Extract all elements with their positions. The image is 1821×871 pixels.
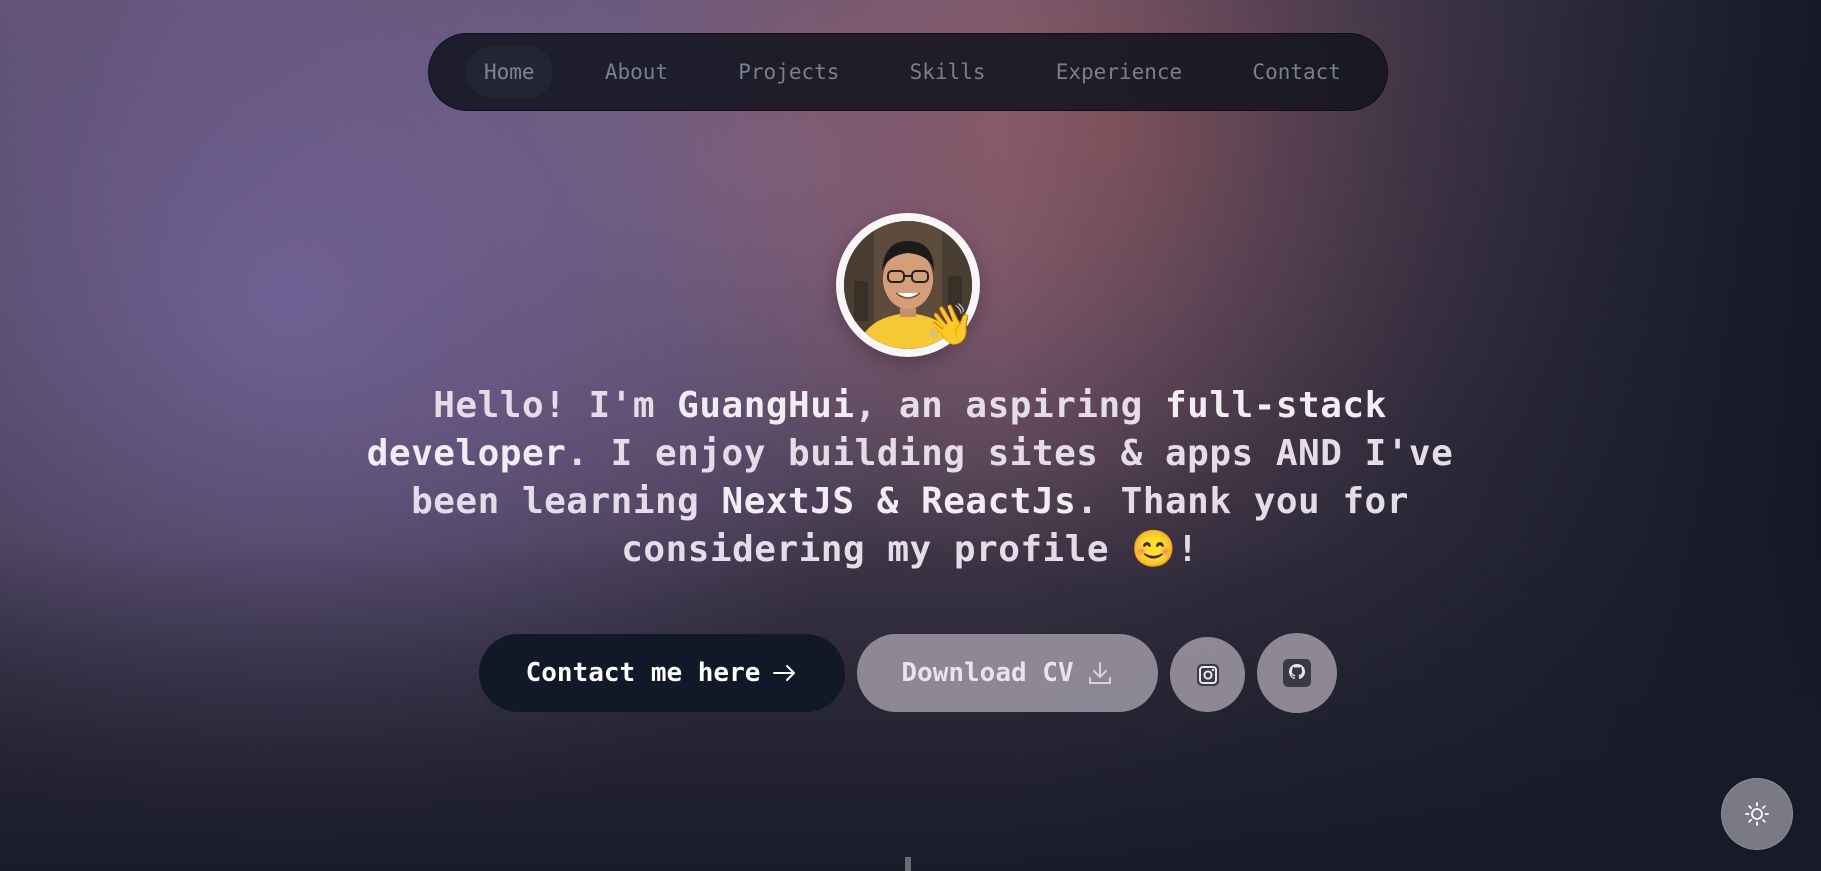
hero-headline: Hello! I'm GuangHui, an aspiring full-st… — [360, 382, 1460, 574]
contact-me-label: Contact me here — [525, 658, 761, 688]
sun-icon — [1745, 802, 1769, 826]
nav-item-projects[interactable]: Projects — [720, 46, 857, 98]
section-divider-tick — [905, 857, 911, 871]
nav-item-contact[interactable]: Contact — [1234, 46, 1359, 98]
nav-item-experience[interactable]: Experience — [1038, 46, 1200, 98]
name-highlight: GuangHui — [677, 385, 855, 426]
intro-text-1: Hello! I'm — [433, 385, 678, 426]
instagram-link-button[interactable] — [1170, 637, 1245, 712]
nav-item-home[interactable]: Home — [466, 46, 553, 98]
theme-toggle-button[interactable] — [1721, 778, 1793, 850]
smiling-face-icon: 😊 — [1131, 529, 1177, 570]
intro-text-2: , an aspiring — [854, 385, 1165, 426]
waving-hand-icon: 👋 — [925, 302, 975, 348]
main-nav: Home About Projects Skills Experience Co… — [428, 33, 1388, 111]
tech-highlight: NextJS & ReactJs — [721, 481, 1077, 522]
nav-item-skills[interactable]: Skills — [892, 46, 1004, 98]
download-cv-button[interactable]: Download CV — [857, 634, 1158, 712]
nav-item-about[interactable]: About — [587, 46, 686, 98]
contact-me-button[interactable]: Contact me here — [479, 634, 845, 712]
github-link-button[interactable] — [1257, 633, 1337, 713]
github-icon — [1283, 659, 1311, 687]
arrow-right-icon — [773, 665, 796, 681]
instagram-icon — [1196, 663, 1219, 686]
intro-text-5: ! — [1176, 529, 1199, 570]
download-icon — [1088, 662, 1111, 684]
download-cv-label: Download CV — [901, 658, 1074, 688]
